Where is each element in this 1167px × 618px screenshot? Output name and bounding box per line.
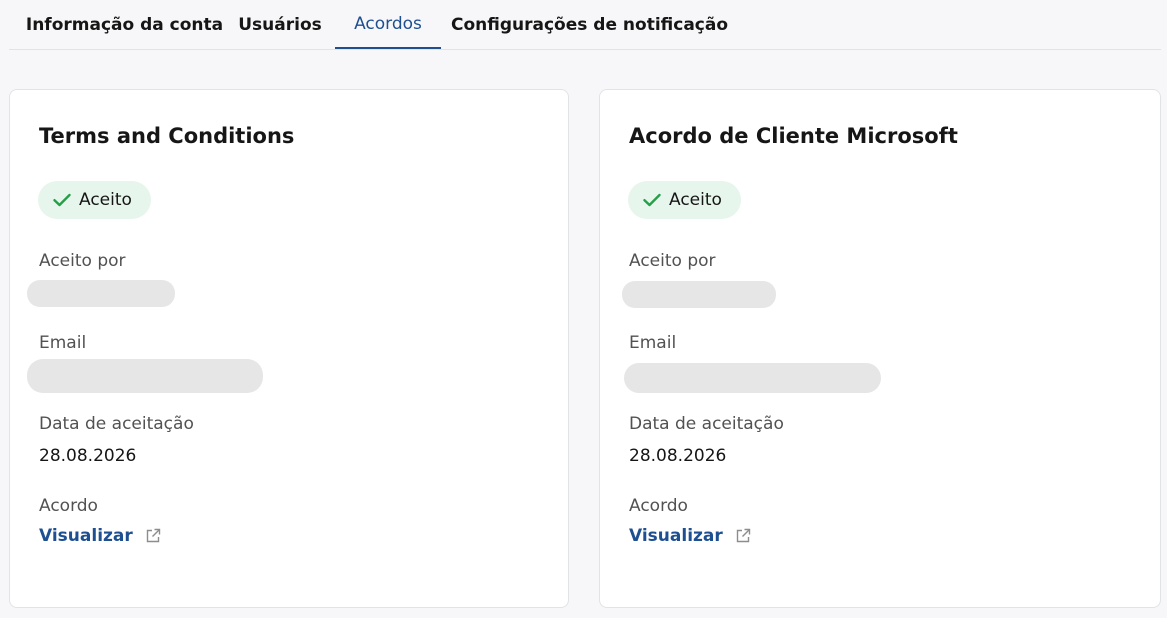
agreement-card-microsoft: Acordo de Cliente Microsoft Aceito Aceit…: [599, 89, 1161, 608]
external-link-icon[interactable]: [735, 528, 751, 544]
email-label: Email: [39, 333, 87, 353]
status-label: Aceito: [79, 190, 132, 210]
acceptance-date-label: Data de aceitação: [629, 414, 784, 434]
view-agreement-link[interactable]: Visualizar: [629, 526, 751, 546]
status-badge: Aceito: [38, 181, 151, 219]
agreement-label: Acordo: [629, 496, 688, 516]
redacted-email: [27, 359, 263, 393]
redacted-email: [624, 363, 881, 393]
external-link-icon[interactable]: [145, 528, 161, 544]
tab-account-info[interactable]: Informação da conta: [25, 0, 224, 49]
accepted-by-label: Aceito por: [39, 251, 126, 271]
agreement-card-terms: Terms and Conditions Aceito Aceito por E…: [9, 89, 569, 608]
card-title: Acordo de Cliente Microsoft: [629, 124, 958, 148]
redacted-accepted-by: [622, 281, 776, 308]
tab-agreements[interactable]: Acordos: [335, 0, 441, 49]
tab-notification-settings[interactable]: Configurações de notificação: [451, 0, 728, 49]
status-label: Aceito: [669, 190, 722, 210]
email-label: Email: [629, 333, 677, 353]
view-agreement-link[interactable]: Visualizar: [39, 526, 161, 546]
accepted-by-label: Aceito por: [629, 251, 716, 271]
view-link-text[interactable]: Visualizar: [39, 526, 133, 546]
view-link-text[interactable]: Visualizar: [629, 526, 723, 546]
agreement-label: Acordo: [39, 496, 98, 516]
status-badge: Aceito: [628, 181, 741, 219]
card-title: Terms and Conditions: [39, 124, 295, 148]
checkmark-icon: [643, 193, 661, 207]
acceptance-date-value: 28.08.2026: [629, 446, 727, 466]
tab-bar: Informação da conta Usuários Acordos Con…: [9, 0, 1161, 50]
checkmark-icon: [53, 193, 71, 207]
acceptance-date-label: Data de aceitação: [39, 414, 194, 434]
redacted-accepted-by: [27, 280, 175, 307]
acceptance-date-value: 28.08.2026: [39, 446, 137, 466]
tab-users[interactable]: Usuários: [237, 0, 323, 49]
